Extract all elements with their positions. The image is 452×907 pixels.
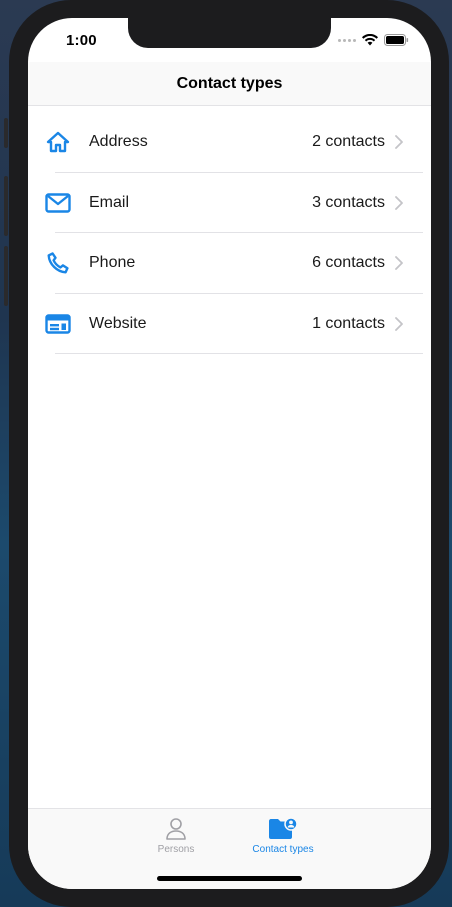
list-item-label: Website [89, 314, 147, 332]
list-item-address[interactable]: Address 2 contacts [28, 112, 431, 173]
list-item-label: Email [89, 193, 130, 211]
tab-label: Persons [157, 844, 195, 855]
home-icon [44, 128, 72, 156]
list-item-phone[interactable]: Phone 6 contacts [28, 233, 431, 294]
home-indicator[interactable] [157, 876, 302, 881]
chevron-right-icon [395, 316, 403, 331]
envelope-icon [44, 189, 72, 217]
side-button-volume-down [4, 246, 8, 306]
wifi-icon [362, 34, 378, 46]
battery-icon [384, 34, 409, 46]
list-item-count: 2 contacts [312, 133, 385, 151]
list-item-count: 6 contacts [312, 254, 385, 272]
web-card-icon [44, 310, 72, 338]
page-title: Contact types [176, 74, 283, 92]
list-item-website[interactable]: Website 1 contacts [28, 294, 431, 355]
folder-person-icon [269, 817, 298, 839]
navigation-bar: Contact types [28, 62, 431, 106]
phone-screen: 1:00 Contact types Address 2 contacts Em… [28, 18, 431, 889]
chevron-right-icon [395, 135, 403, 150]
status-indicators [338, 34, 409, 46]
chevron-right-icon [395, 195, 403, 210]
contact-types-list: Address 2 contacts Email 3 contacts Phon… [28, 112, 431, 354]
list-item-count: 3 contacts [312, 193, 385, 211]
status-time: 1:00 [66, 32, 97, 49]
notch [128, 18, 331, 48]
person-icon [166, 818, 186, 840]
list-item-label: Address [89, 133, 148, 151]
list-item-label: Phone [89, 254, 136, 272]
side-button-volume-up [4, 176, 8, 236]
tab-persons[interactable]: Persons [126, 817, 226, 855]
tab-contact-types[interactable]: Contact types [233, 817, 333, 855]
cellular-signal-icon [338, 38, 356, 42]
chevron-right-icon [395, 256, 403, 271]
side-button-silent [4, 118, 8, 148]
phone-icon [44, 249, 72, 277]
list-item-email[interactable]: Email 3 contacts [28, 173, 431, 234]
tab-label: Contact types [252, 844, 314, 855]
tab-bar: Persons Contact types [28, 808, 431, 889]
list-item-count: 1 contacts [312, 314, 385, 332]
